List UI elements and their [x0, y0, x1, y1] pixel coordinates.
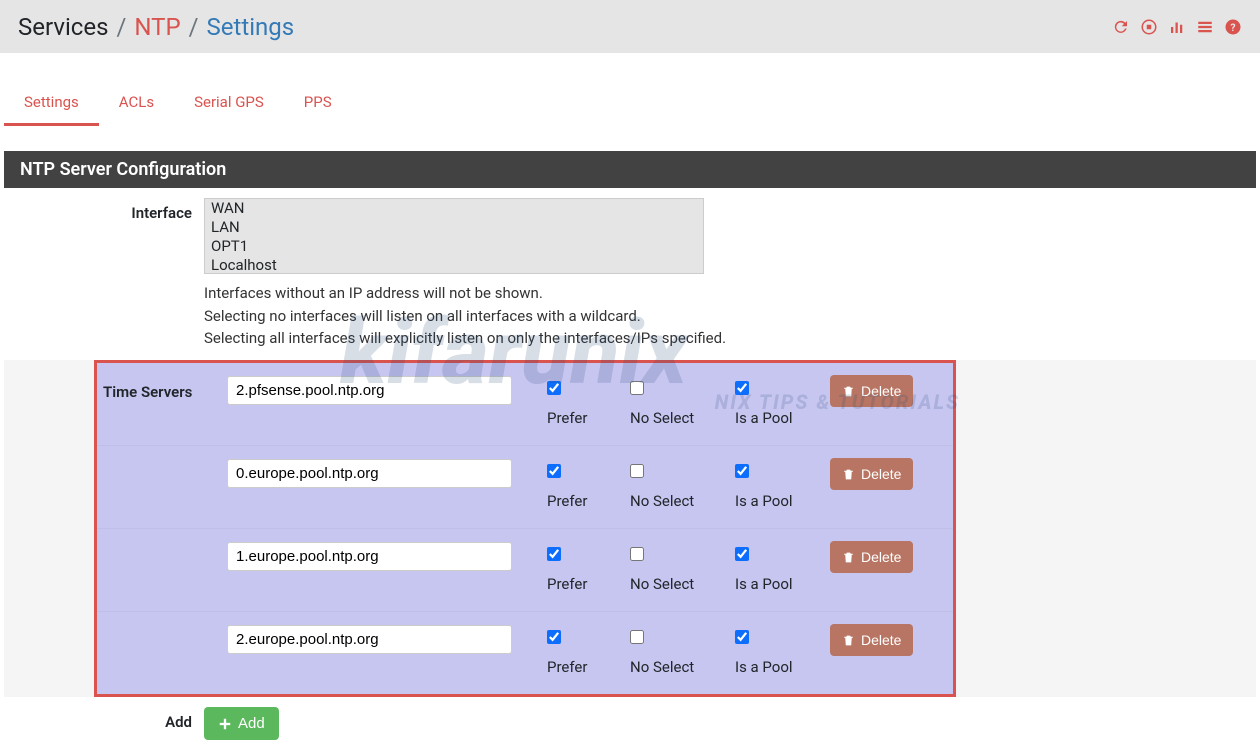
breadcrumb-root: Services [18, 13, 108, 41]
interface-help-2: Selecting no interfaces will listen on a… [204, 305, 1236, 328]
add-button[interactable]: Add [204, 707, 279, 740]
interface-option-lan[interactable]: LAN [205, 218, 703, 237]
noselect-checkbox[interactable] [630, 630, 644, 644]
time-server-host-input[interactable] [227, 376, 512, 405]
prefer-checkbox[interactable] [547, 630, 561, 644]
tab-pps[interactable]: PPS [284, 81, 352, 126]
prefer-checkbox[interactable] [547, 547, 561, 561]
prefer-checkbox[interactable] [547, 381, 561, 395]
delete-label: Delete [861, 549, 901, 565]
delete-button[interactable]: Delete [830, 624, 913, 656]
time-server-host-input[interactable] [227, 542, 512, 571]
prefer-checkbox[interactable] [547, 464, 561, 478]
help-icon[interactable]: ? [1224, 18, 1242, 36]
interface-option-opt1[interactable]: OPT1 [205, 237, 703, 256]
trash-icon [842, 549, 855, 565]
stop-icon[interactable] [1140, 18, 1158, 36]
row-add: Add Add [4, 697, 1256, 750]
pool-checkbox[interactable] [735, 381, 749, 395]
prefer-checkbox-label: Prefer [547, 409, 620, 427]
noselect-checkbox-label: No Select [630, 492, 725, 510]
prefer-checkbox-label: Prefer [547, 575, 620, 593]
delete-button[interactable]: Delete [830, 458, 913, 490]
delete-label: Delete [861, 466, 901, 482]
breadcrumb-ntp-link[interactable]: NTP [134, 13, 180, 41]
tab-serial-gps[interactable]: Serial GPS [174, 81, 284, 126]
time-servers-label: Time Servers [97, 373, 207, 401]
time-server-row: Prefer No Select Is a Pool Delete [97, 612, 953, 694]
breadcrumb-sep: / [189, 13, 199, 41]
prefer-checkbox-label: Prefer [547, 658, 620, 676]
refresh-icon[interactable] [1112, 18, 1130, 36]
tab-settings[interactable]: Settings [4, 81, 99, 126]
noselect-checkbox[interactable] [630, 464, 644, 478]
prefer-checkbox-label: Prefer [547, 492, 620, 510]
time-server-row: Time Servers Prefer No Select Is a Pool Dele… [97, 363, 953, 446]
noselect-checkbox-label: No Select [630, 658, 725, 676]
tabs: Settings ACLs Serial GPS PPS [0, 81, 1260, 126]
pool-checkbox[interactable] [735, 464, 749, 478]
breadcrumb-sep: / [116, 13, 126, 41]
plus-icon [218, 715, 232, 732]
time-servers-highlight: Time Servers Prefer No Select Is a Pool Dele… [94, 360, 956, 697]
interface-option-wan[interactable]: WAN [205, 199, 703, 218]
time-server-row: Prefer No Select Is a Pool Delete [97, 529, 953, 612]
delete-label: Delete [861, 383, 901, 399]
trash-icon [842, 466, 855, 482]
interface-option-localhost[interactable]: Localhost [205, 256, 703, 274]
delete-button[interactable]: Delete [830, 541, 913, 573]
pool-checkbox-label: Is a Pool [735, 492, 825, 510]
interface-help-1: Interfaces without an IP address will no… [204, 282, 1236, 305]
breadcrumb-leaf: Settings [207, 13, 295, 41]
breadcrumb-bar: Services / NTP / Settings ? [0, 0, 1260, 53]
tab-acls[interactable]: ACLs [99, 81, 174, 126]
trash-icon [842, 632, 855, 648]
pool-checkbox-label: Is a Pool [735, 409, 825, 427]
panel-title: NTP Server Configuration [4, 151, 1256, 188]
noselect-checkbox[interactable] [630, 547, 644, 561]
delete-button[interactable]: Delete [830, 375, 913, 407]
panel-ntp-config: NTP Server Configuration Interface WAN L… [4, 151, 1256, 750]
time-server-host-input[interactable] [227, 625, 512, 654]
log-icon[interactable] [1196, 18, 1214, 36]
pool-checkbox[interactable] [735, 630, 749, 644]
add-label: Add [4, 707, 204, 740]
add-button-label: Add [238, 715, 265, 732]
noselect-checkbox[interactable] [630, 381, 644, 395]
trash-icon [842, 383, 855, 399]
time-server-row: Prefer No Select Is a Pool Delete [97, 446, 953, 529]
svg-text:?: ? [1230, 20, 1235, 33]
interface-help-3: Selecting all interfaces will explicitly… [204, 327, 1236, 350]
noselect-checkbox-label: No Select [630, 575, 725, 593]
time-server-host-input[interactable] [227, 459, 512, 488]
pool-checkbox-label: Is a Pool [735, 658, 825, 676]
chart-icon[interactable] [1168, 18, 1186, 36]
interface-select[interactable]: WAN LAN OPT1 Localhost [204, 198, 704, 274]
breadcrumb: Services / NTP / Settings [18, 13, 294, 41]
row-interface: Interface WAN LAN OPT1 Localhost Interfa… [4, 188, 1256, 360]
pool-checkbox[interactable] [735, 547, 749, 561]
interface-label: Interface [4, 198, 204, 350]
row-time-servers: Time Servers Prefer No Select Is a Pool Dele… [4, 360, 1256, 697]
pool-checkbox-label: Is a Pool [735, 575, 825, 593]
header-actions: ? [1112, 18, 1242, 36]
noselect-checkbox-label: No Select [630, 409, 725, 427]
delete-label: Delete [861, 632, 901, 648]
